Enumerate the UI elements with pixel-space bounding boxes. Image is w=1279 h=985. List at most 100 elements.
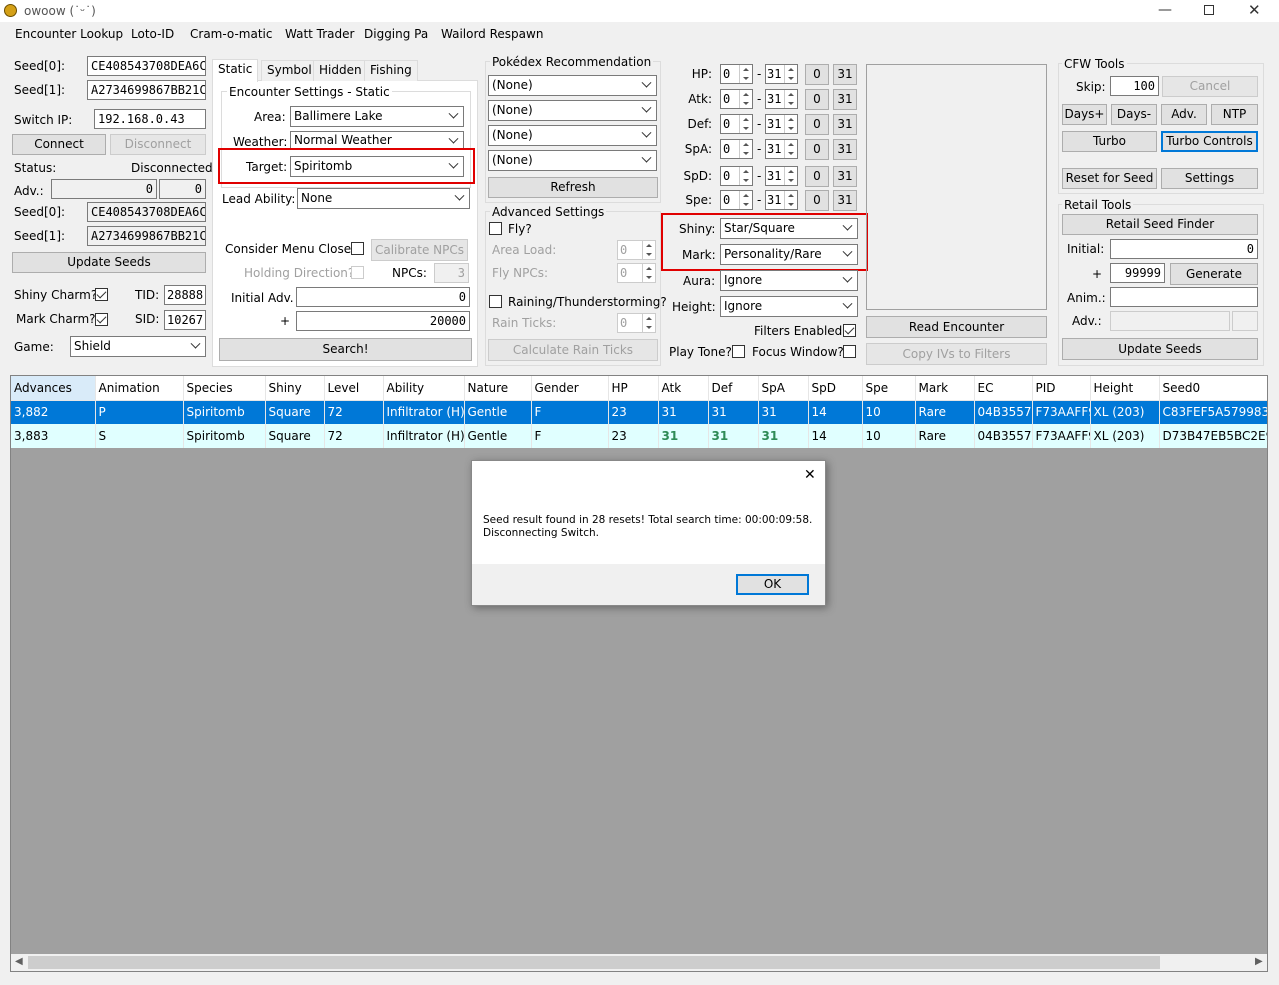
seed1b-input[interactable]: A2734699867BB21C (87, 226, 206, 246)
scrollbar-thumb[interactable] (28, 956, 1160, 969)
iv-max-stepper[interactable]: 31 (765, 64, 798, 84)
game-dropdown[interactable]: Shield (70, 336, 206, 357)
menu-loto-id[interactable]: Loto-ID (131, 25, 174, 43)
weather-dropdown[interactable]: Normal Weather (290, 131, 464, 149)
skip-input[interactable]: 100 (1110, 76, 1159, 96)
column-header[interactable]: Height (1090, 376, 1160, 401)
area-dropdown[interactable]: Ballimere Lake (290, 106, 464, 127)
dex-dropdown-1[interactable]: (None) (488, 75, 657, 96)
spin-arrows-icon[interactable] (739, 65, 752, 83)
column-header[interactable]: Animation (95, 376, 184, 401)
spin-arrows-icon[interactable] (739, 167, 752, 185)
focus-window-checkbox[interactable] (843, 345, 856, 358)
scroll-left-icon[interactable]: ◀ (15, 954, 23, 970)
retail-adv-input-2[interactable] (1232, 311, 1258, 331)
spin-arrows-icon[interactable] (739, 90, 752, 108)
retail-initial-input[interactable]: 0 (1110, 239, 1258, 259)
spin-arrows-icon[interactable] (739, 115, 752, 133)
height-dropdown[interactable]: Ignore (720, 296, 858, 317)
column-header[interactable]: SpD (808, 376, 863, 401)
spin-arrows-icon[interactable] (784, 90, 797, 108)
results-table[interactable]: Advances Animation Species Shiny Level Abilit… (11, 376, 1267, 448)
iv-set-31-button[interactable]: 31 (833, 139, 857, 160)
days-plus-button[interactable]: Days+ (1062, 104, 1107, 125)
dex-dropdown-3[interactable]: (None) (488, 125, 657, 146)
iv-set-31-button[interactable]: 31 (833, 190, 857, 211)
column-header[interactable]: Atk (658, 376, 709, 401)
switch-ip-input[interactable]: 192.168.0.43 (94, 109, 206, 129)
refresh-button[interactable]: Refresh (488, 177, 658, 198)
table-row[interactable]: 3,882 P Spiritomb Square 72 Infiltrator (H) Ge… (11, 400, 1267, 424)
aura-dropdown[interactable]: Ignore (720, 270, 858, 291)
play-tone-checkbox[interactable] (732, 345, 745, 358)
iv-set-31-button[interactable]: 31 (833, 64, 857, 85)
column-header[interactable]: Spe (862, 376, 916, 401)
iv-set-0-button[interactable]: 0 (805, 114, 829, 135)
seed1-input[interactable]: A2734699867BB21C (87, 80, 206, 100)
spin-arrows-icon[interactable] (642, 314, 655, 332)
mark-charm-checkbox[interactable] (95, 313, 108, 326)
settings-button[interactable]: Settings (1161, 168, 1258, 189)
iv-set-0-button[interactable]: 0 (805, 139, 829, 160)
iv-max-stepper[interactable]: 31 (765, 89, 798, 109)
rain-ticks-stepper[interactable]: 0 (617, 313, 656, 333)
tid-input[interactable]: 28888 (164, 285, 206, 305)
spin-arrows-icon[interactable] (642, 264, 655, 282)
cancel-button[interactable]: Cancel (1162, 76, 1258, 97)
column-header[interactable]: SpA (758, 376, 809, 401)
column-header[interactable]: Seed0 (1159, 376, 1267, 401)
area-load-stepper[interactable]: 0 (617, 240, 656, 260)
tab-hidden[interactable]: Hidden (313, 60, 368, 81)
minimize-icon[interactable]: — (1158, 2, 1172, 18)
horizontal-scrollbar[interactable]: ◀ ▶ (11, 954, 1267, 971)
menu-digging-pa[interactable]: Digging Pa (364, 25, 428, 43)
iv-max-stepper[interactable]: 31 (765, 114, 798, 134)
adv-input-2[interactable]: 0 (159, 179, 206, 199)
retail-plus-input[interactable]: 99999 (1110, 263, 1165, 283)
retail-adv-input[interactable] (1110, 311, 1230, 331)
adv-input-1[interactable]: 0 (51, 179, 157, 199)
calibrate-npcs-button[interactable]: Calibrate NPCs (371, 239, 468, 261)
ntp-button[interactable]: NTP (1211, 104, 1258, 125)
iv-max-stepper[interactable]: 31 (765, 190, 798, 210)
spin-arrows-icon[interactable] (642, 241, 655, 259)
tab-fishing[interactable]: Fishing (364, 60, 418, 81)
dex-dropdown-2[interactable]: (None) (488, 100, 657, 121)
column-header[interactable]: EC (974, 376, 1033, 401)
column-header[interactable]: Gender (531, 376, 609, 401)
iv-min-stepper[interactable]: 0 (720, 190, 753, 210)
column-header[interactable]: Ability (383, 376, 465, 401)
copy-ivs-button[interactable]: Copy IVs to Filters (866, 343, 1047, 365)
column-header[interactable]: Def (708, 376, 759, 401)
spin-arrows-icon[interactable] (739, 140, 752, 158)
menu-wailord-respawn[interactable]: Wailord Respawn (441, 25, 543, 43)
turbo-button[interactable]: Turbo (1062, 131, 1157, 152)
retail-update-seeds-button[interactable]: Update Seeds (1062, 338, 1258, 360)
reset-for-seed-button[interactable]: Reset for Seed (1062, 168, 1157, 189)
dex-dropdown-4[interactable]: (None) (488, 150, 657, 171)
menu-cram-o-matic[interactable]: Cram-o-matic (190, 25, 272, 43)
iv-min-stepper[interactable]: 0 (720, 139, 753, 159)
restore-icon[interactable] (1204, 5, 1214, 15)
holding-direction-checkbox[interactable] (351, 266, 364, 279)
anim-input[interactable] (1110, 287, 1258, 307)
generate-button[interactable]: Generate (1170, 263, 1258, 285)
spin-arrows-icon[interactable] (784, 115, 797, 133)
column-header[interactable]: Species (183, 376, 266, 401)
npcs-input[interactable]: 3 (434, 263, 469, 283)
iv-set-0-button[interactable]: 0 (805, 64, 829, 85)
sid-input[interactable]: 10267 (164, 310, 206, 330)
close-window-icon[interactable]: ✕ (1248, 2, 1261, 18)
iv-set-0-button[interactable]: 0 (805, 89, 829, 110)
column-header[interactable]: Mark (915, 376, 975, 401)
iv-min-stepper[interactable]: 0 (720, 89, 753, 109)
iv-min-stepper[interactable]: 0 (720, 64, 753, 84)
max-adv-input[interactable]: 20000 (296, 311, 470, 331)
iv-set-31-button[interactable]: 31 (833, 114, 857, 135)
raining-checkbox[interactable] (489, 295, 502, 308)
spin-arrows-icon[interactable] (739, 191, 752, 209)
connect-button[interactable]: Connect (12, 134, 106, 155)
column-header[interactable]: Shiny (265, 376, 325, 401)
seed0-input[interactable]: CE408543708DEA6C (87, 56, 206, 76)
scroll-right-icon[interactable]: ▶ (1255, 954, 1263, 970)
